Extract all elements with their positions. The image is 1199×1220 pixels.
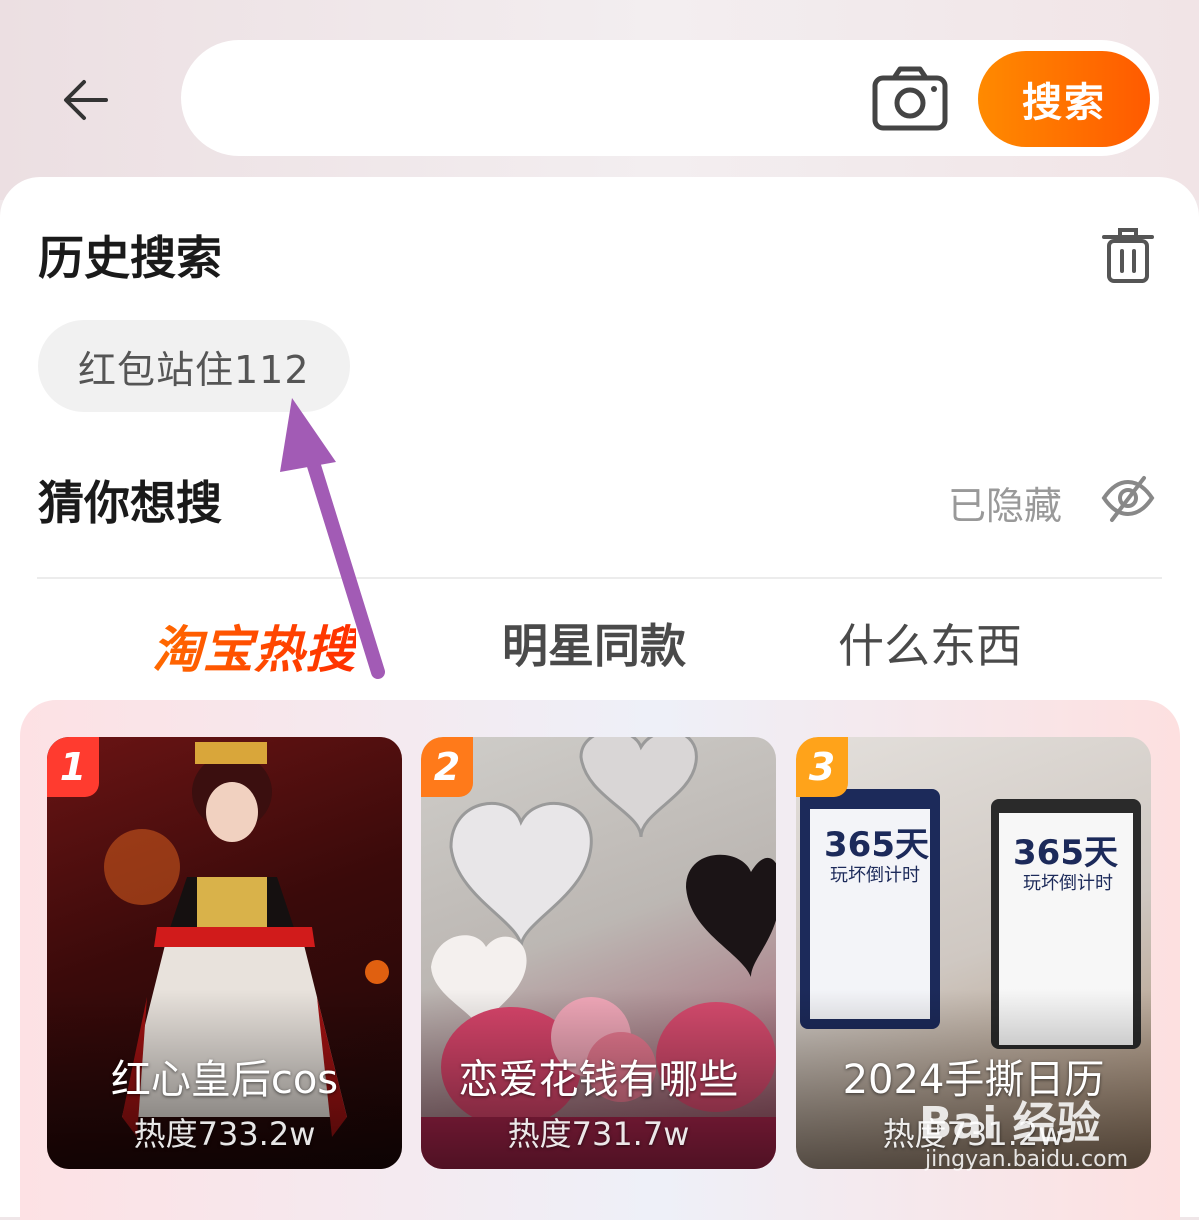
card-heat: 热度731.7w (507, 1115, 690, 1153)
card-title: 红心皇后cos (110, 1057, 339, 1103)
calendar-subtext: 玩坏倒计时 (1023, 873, 1113, 894)
divider (37, 577, 1162, 579)
hidden-status-label[interactable]: 已隐藏 (948, 475, 1062, 530)
calendar-text: 365天 (1013, 833, 1118, 873)
card-heat: 热度733.2w (133, 1115, 316, 1153)
trash-icon[interactable] (1100, 225, 1156, 285)
calendar-text: 365天 (824, 825, 929, 865)
history-title: 历史搜索 (38, 231, 222, 285)
rank-badge: 2 (421, 737, 473, 797)
back-arrow-icon[interactable] (58, 70, 118, 130)
tab-celebrity-style[interactable]: 明星同款 (502, 610, 686, 676)
camera-icon[interactable] (872, 66, 948, 132)
tab-what-is-it[interactable]: 什么东西 (838, 610, 1022, 676)
hot-card-2[interactable]: 2 恋爱花钱有哪些 热度731.7w (421, 737, 776, 1169)
history-item[interactable]: 红包站住112 (38, 320, 350, 412)
watermark-url: jingyan.baidu.com (925, 1147, 1129, 1172)
eye-hidden-icon[interactable] (1100, 470, 1156, 526)
search-button[interactable]: 搜索 (978, 51, 1150, 147)
rank-badge: 1 (47, 737, 99, 797)
guess-title: 猜你想搜 (38, 476, 222, 530)
watermark: Bai 经验 jingyan.baidu.com (905, 1085, 1175, 1185)
watermark-brand: Bai 经验 (919, 1098, 1101, 1149)
tab-taobao-hot[interactable]: 淘宝热搜 (152, 610, 356, 682)
search-text-field[interactable] (221, 70, 865, 128)
card-title: 恋爱花钱有哪些 (458, 1057, 739, 1103)
calendar-subtext: 玩坏倒计时 (830, 865, 920, 886)
rank-badge: 3 (796, 737, 848, 797)
hot-card-1[interactable]: 1 红心皇后cos 热度733.2w (47, 737, 402, 1169)
